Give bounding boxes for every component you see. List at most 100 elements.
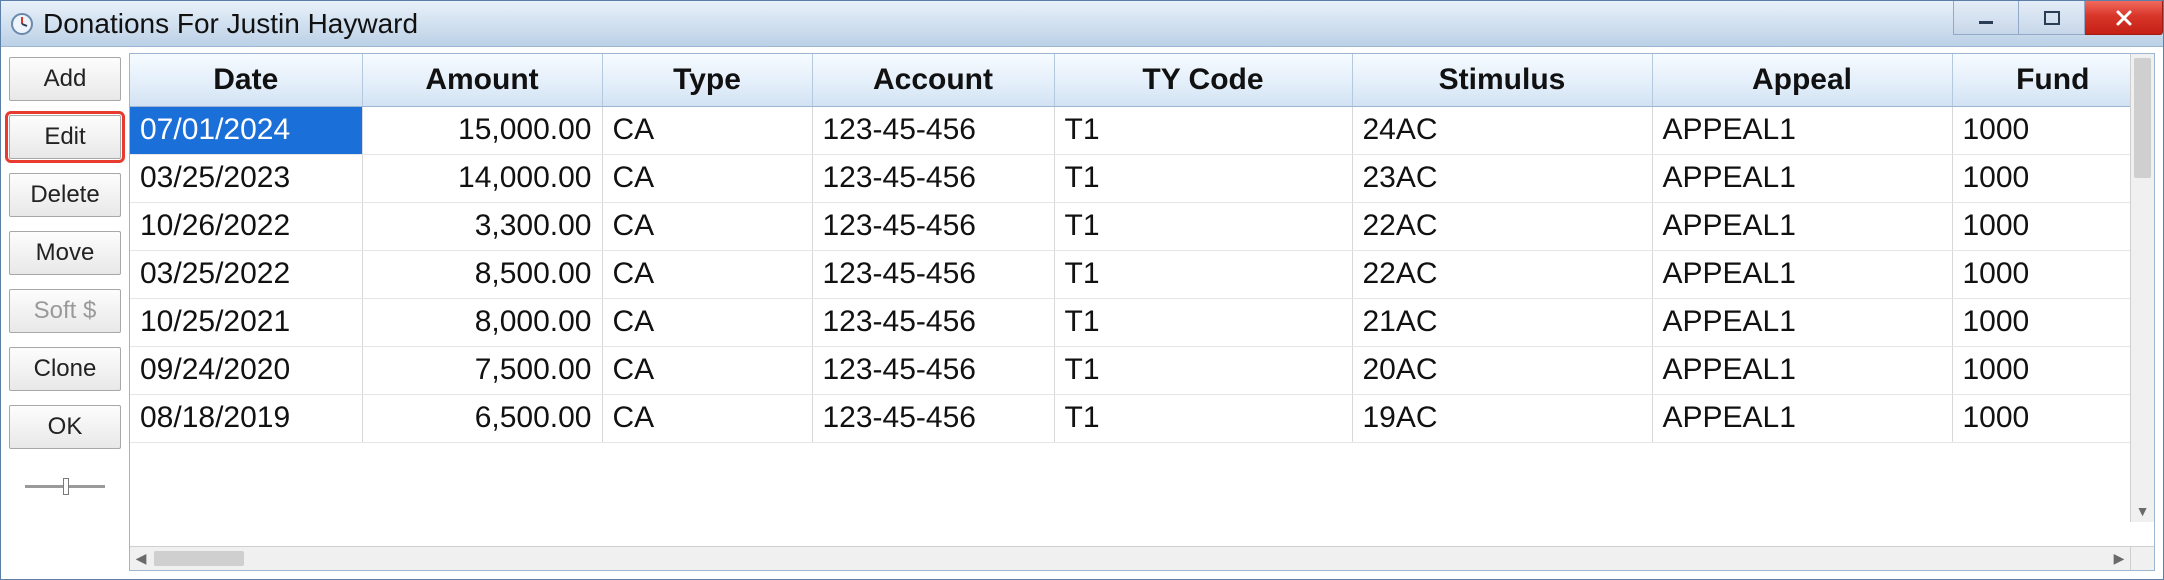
cell-amount[interactable]: 3,300.00 bbox=[362, 202, 602, 250]
horizontal-scroll-thumb[interactable] bbox=[154, 551, 244, 566]
col-header-fund[interactable]: Fund bbox=[1952, 54, 2154, 106]
col-header-appeal[interactable]: Appeal bbox=[1652, 54, 1952, 106]
cell-amount[interactable]: 15,000.00 bbox=[362, 106, 602, 154]
titlebar: Donations For Justin Hayward bbox=[1, 1, 2163, 47]
cell-appeal[interactable]: APPEAL1 bbox=[1652, 250, 1952, 298]
cell-stimulus[interactable]: 20AC bbox=[1352, 346, 1652, 394]
cell-amount[interactable]: 6,500.00 bbox=[362, 394, 602, 442]
cell-date[interactable]: 10/25/2021 bbox=[130, 298, 362, 346]
cell-appeal[interactable]: APPEAL1 bbox=[1652, 346, 1952, 394]
minimize-button[interactable] bbox=[1953, 1, 2019, 35]
table-row[interactable]: 03/25/202314,000.00CA123-45-456T123ACAPP… bbox=[130, 154, 2154, 202]
col-header-tycode[interactable]: TY Code bbox=[1054, 54, 1352, 106]
soft-dollar-button[interactable]: Soft $ bbox=[9, 289, 121, 333]
move-button[interactable]: Move bbox=[9, 231, 121, 275]
cell-tycode[interactable]: T1 bbox=[1054, 202, 1352, 250]
cell-fund[interactable]: 1000 bbox=[1952, 154, 2154, 202]
cell-type[interactable]: CA bbox=[602, 346, 812, 394]
cell-stimulus[interactable]: 24AC bbox=[1352, 106, 1652, 154]
grid-viewport: Date Amount Type Account TY Code Stimulu… bbox=[130, 54, 2154, 546]
edit-button[interactable]: Edit bbox=[9, 115, 121, 159]
cell-fund[interactable]: 1000 bbox=[1952, 202, 2154, 250]
add-button[interactable]: Add bbox=[9, 57, 121, 101]
maximize-button[interactable] bbox=[2019, 1, 2085, 35]
cell-date[interactable]: 09/24/2020 bbox=[130, 346, 362, 394]
cell-stimulus[interactable]: 22AC bbox=[1352, 202, 1652, 250]
cell-type[interactable]: CA bbox=[602, 202, 812, 250]
cell-type[interactable]: CA bbox=[602, 298, 812, 346]
table-row[interactable]: 10/25/20218,000.00CA123-45-456T121ACAPPE… bbox=[130, 298, 2154, 346]
cell-amount[interactable]: 14,000.00 bbox=[362, 154, 602, 202]
scrollbar-corner bbox=[2130, 547, 2154, 570]
cell-appeal[interactable]: APPEAL1 bbox=[1652, 394, 1952, 442]
table-row[interactable]: 09/24/20207,500.00CA123-45-456T120ACAPPE… bbox=[130, 346, 2154, 394]
window-body: Add Edit Delete Move Soft $ Clone OK bbox=[1, 47, 2163, 579]
cell-type[interactable]: CA bbox=[602, 250, 812, 298]
cell-account[interactable]: 123-45-456 bbox=[812, 106, 1054, 154]
cell-appeal[interactable]: APPEAL1 bbox=[1652, 154, 1952, 202]
cell-amount[interactable]: 8,500.00 bbox=[362, 250, 602, 298]
delete-button[interactable]: Delete bbox=[9, 173, 121, 217]
cell-fund[interactable]: 1000 bbox=[1952, 346, 2154, 394]
table-row[interactable]: 07/01/202415,000.00CA123-45-456T124ACAPP… bbox=[130, 106, 2154, 154]
cell-appeal[interactable]: APPEAL1 bbox=[1652, 202, 1952, 250]
col-header-stimulus[interactable]: Stimulus bbox=[1352, 54, 1652, 106]
cell-amount[interactable]: 8,000.00 bbox=[362, 298, 602, 346]
cell-account[interactable]: 123-45-456 bbox=[812, 202, 1054, 250]
cell-account[interactable]: 123-45-456 bbox=[812, 346, 1054, 394]
horizontal-scrollbar[interactable]: ◀ ▶ bbox=[130, 546, 2154, 570]
cell-appeal[interactable]: APPEAL1 bbox=[1652, 106, 1952, 154]
cell-tycode[interactable]: T1 bbox=[1054, 298, 1352, 346]
cell-date[interactable]: 03/25/2022 bbox=[130, 250, 362, 298]
cell-account[interactable]: 123-45-456 bbox=[812, 250, 1054, 298]
cell-tycode[interactable]: T1 bbox=[1054, 106, 1352, 154]
cell-stimulus[interactable]: 23AC bbox=[1352, 154, 1652, 202]
col-header-account[interactable]: Account bbox=[812, 54, 1054, 106]
cell-type[interactable]: CA bbox=[602, 154, 812, 202]
col-header-date[interactable]: Date bbox=[130, 54, 362, 106]
col-header-amount[interactable]: Amount bbox=[362, 54, 602, 106]
vertical-scroll-thumb[interactable] bbox=[2134, 58, 2151, 178]
close-button[interactable] bbox=[2085, 1, 2163, 35]
cell-tycode[interactable]: T1 bbox=[1054, 154, 1352, 202]
ok-button[interactable]: OK bbox=[9, 405, 121, 449]
cell-account[interactable]: 123-45-456 bbox=[812, 394, 1054, 442]
sidebar: Add Edit Delete Move Soft $ Clone OK bbox=[9, 53, 121, 571]
cell-tycode[interactable]: T1 bbox=[1054, 346, 1352, 394]
cell-stimulus[interactable]: 22AC bbox=[1352, 250, 1652, 298]
cell-account[interactable]: 123-45-456 bbox=[812, 298, 1054, 346]
cell-date[interactable]: 07/01/2024 bbox=[130, 106, 362, 154]
window-controls bbox=[1953, 1, 2163, 35]
cell-appeal[interactable]: APPEAL1 bbox=[1652, 298, 1952, 346]
clone-button[interactable]: Clone bbox=[9, 347, 121, 391]
cell-tycode[interactable]: T1 bbox=[1054, 250, 1352, 298]
grid-container: Date Amount Type Account TY Code Stimulu… bbox=[129, 53, 2155, 571]
table-row[interactable]: 08/18/20196,500.00CA123-45-456T119ACAPPE… bbox=[130, 394, 2154, 442]
cell-fund[interactable]: 1000 bbox=[1952, 298, 2154, 346]
cell-date[interactable]: 08/18/2019 bbox=[130, 394, 362, 442]
cell-fund[interactable]: 1000 bbox=[1952, 106, 2154, 154]
cell-stimulus[interactable]: 19AC bbox=[1352, 394, 1652, 442]
cell-type[interactable]: CA bbox=[602, 394, 812, 442]
cell-account[interactable]: 123-45-456 bbox=[812, 154, 1054, 202]
scroll-left-icon[interactable]: ◀ bbox=[130, 547, 152, 570]
window-frame: Donations For Justin Hayward Add Edit De… bbox=[0, 0, 2164, 580]
col-header-type[interactable]: Type bbox=[602, 54, 812, 106]
cell-amount[interactable]: 7,500.00 bbox=[362, 346, 602, 394]
scroll-down-icon[interactable]: ▼ bbox=[2131, 500, 2154, 522]
donations-table: Date Amount Type Account TY Code Stimulu… bbox=[130, 54, 2154, 443]
vertical-scrollbar[interactable]: ▲ ▼ bbox=[2130, 54, 2154, 522]
cell-tycode[interactable]: T1 bbox=[1054, 394, 1352, 442]
cell-type[interactable]: CA bbox=[602, 106, 812, 154]
table-row[interactable]: 03/25/20228,500.00CA123-45-456T122ACAPPE… bbox=[130, 250, 2154, 298]
window-title: Donations For Justin Hayward bbox=[43, 8, 418, 40]
zoom-slider[interactable] bbox=[9, 469, 121, 503]
cell-stimulus[interactable]: 21AC bbox=[1352, 298, 1652, 346]
scroll-right-icon[interactable]: ▶ bbox=[2108, 547, 2130, 570]
cell-date[interactable]: 10/26/2022 bbox=[130, 202, 362, 250]
cell-fund[interactable]: 1000 bbox=[1952, 250, 2154, 298]
table-header-row: Date Amount Type Account TY Code Stimulu… bbox=[130, 54, 2154, 106]
cell-fund[interactable]: 1000 bbox=[1952, 394, 2154, 442]
table-row[interactable]: 10/26/20223,300.00CA123-45-456T122ACAPPE… bbox=[130, 202, 2154, 250]
cell-date[interactable]: 03/25/2023 bbox=[130, 154, 362, 202]
